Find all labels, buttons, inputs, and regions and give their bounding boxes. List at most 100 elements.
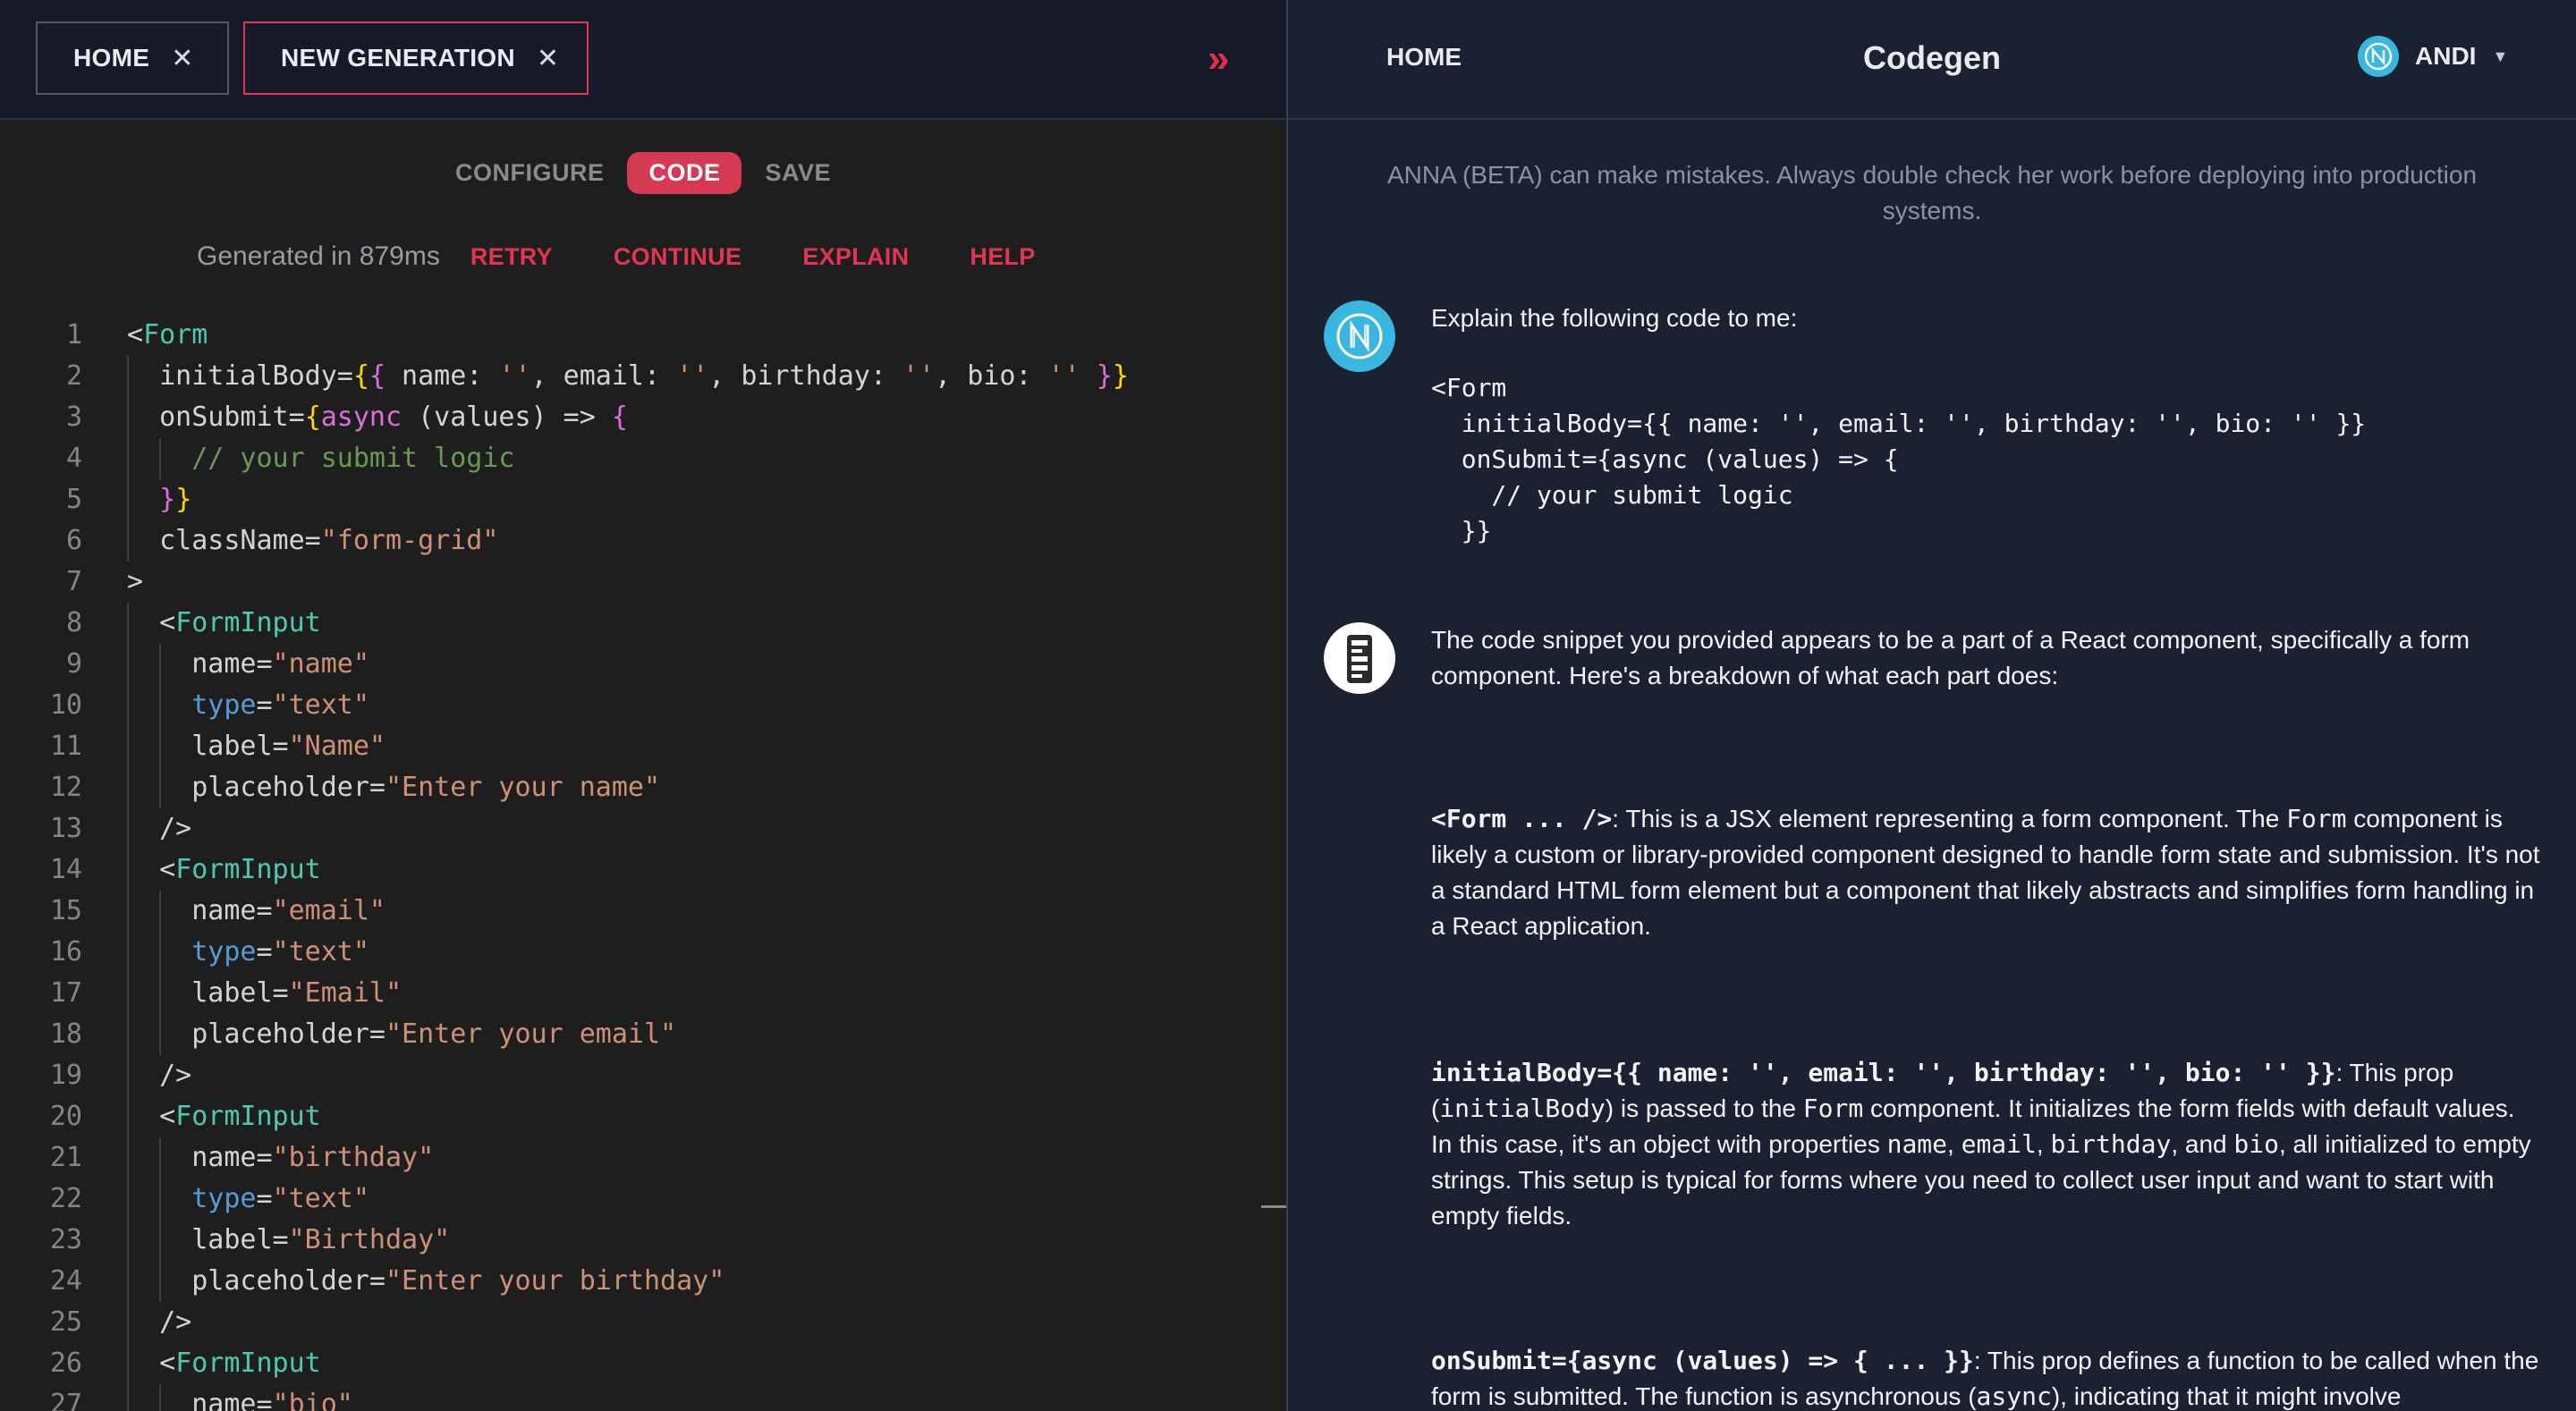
code-text: > [127,566,144,597]
code-line: 5 }} [0,479,1252,520]
code-term: <Form ... /> [1431,804,1613,833]
code-text: <FormInput [127,607,321,638]
line-number: 8 [65,607,82,638]
indent-guide [127,1137,129,1179]
user-name: ANDI [2415,42,2477,70]
code-text: placeholder="Enter your birthday" [127,1265,725,1297]
help-button[interactable]: HELP [970,243,1035,271]
code-text: initialBody={{ name: '', email: '', birt… [127,360,1129,392]
mode-switcher: CONFIGURE CODE SAVE [0,152,1286,194]
code-editor[interactable]: 1 <Form 2 initialBody={{ name: '', email: … [0,302,1286,1411]
code-text: onSubmit={async (values) => { [127,401,628,433]
line-number: 25 [49,1306,82,1338]
close-icon[interactable]: ✕ [537,43,559,74]
indent-guide [159,1014,162,1055]
indent-guide [127,1261,129,1302]
line-number: 2 [65,360,82,392]
inline-code: birthday [2050,1129,2172,1159]
line-number: 22 [49,1183,82,1214]
line-number: 16 [49,936,82,967]
line-number: 24 [49,1265,82,1297]
assistant-avatar [1324,622,1395,694]
code-line: 2 initialBody={{ name: '', email: '', bi… [0,356,1252,397]
tab-home[interactable]: HOME ✕ [36,21,229,95]
code-text: /> [127,1060,192,1091]
explanation-text: , [2036,1130,2051,1158]
code-line: 8 <FormInput [0,603,1252,644]
indent-guide [127,1096,129,1137]
code-line: 14 <FormInput [0,849,1252,891]
avatar [2358,36,2399,77]
line-number: 20 [49,1101,82,1132]
user-message-code: <Form initialBody={{ name: '', email: ''… [1431,373,2367,545]
line-number: 21 [49,1142,82,1173]
code-term: initialBody={{ name: '', email: '', birt… [1431,1058,2336,1087]
code-line: 17 label="Email" [0,973,1252,1014]
inline-code: Form [2286,804,2347,833]
disclaimer: ANNA (BETA) can make mistakes. Always do… [1386,161,2478,224]
tab-new-generation[interactable]: NEW GENERATION ✕ [243,21,589,95]
explanation-text: : This is a JSX element representing a f… [1612,805,2287,832]
indent-guide [127,726,129,767]
explanation-section: initialBody={{ name: '', email: '', birt… [1431,1055,2540,1234]
generation-time: Generated in 879ms [197,241,440,271]
close-icon[interactable]: ✕ [171,43,193,74]
continue-button[interactable]: CONTINUE [614,243,741,271]
line-number: 26 [49,1348,82,1379]
indent-guide [127,1220,129,1261]
code-line: 26 <FormInput [0,1343,1252,1384]
indent-guide [127,603,129,644]
indent-guide [159,726,162,767]
indent-guide [127,356,129,397]
inline-code: async [1976,1381,2052,1411]
indent-guide [127,520,129,562]
mode-configure[interactable]: CONFIGURE [455,159,605,187]
line-number: 18 [49,1018,82,1050]
code-line: 6 className="form-grid" [0,520,1252,562]
indent-guide [127,479,129,520]
code-line: 27 name="bio" [0,1384,1252,1411]
retry-button[interactable]: RETRY [470,243,553,271]
inline-code: bio [2233,1129,2279,1159]
line-number: 17 [49,977,82,1009]
indent-guide [159,932,162,973]
inline-code: name [1886,1129,1948,1159]
line-number: 23 [49,1224,82,1255]
code-text: type="text" [191,689,369,721]
indent-guide [127,1302,129,1343]
user-menu[interactable]: ANDI ▼ [2358,36,2508,77]
code-line: 9 name="name" [0,644,1252,685]
user-avatar [1324,300,1395,372]
indent-guide [127,1014,129,1055]
explain-button[interactable]: EXPLAIN [802,243,909,271]
mode-code[interactable]: CODE [627,152,742,194]
user-message-text: Explain the following code to me: [1431,304,1798,332]
code-line: 25 /> [0,1302,1252,1343]
code-text: /> [127,813,192,844]
line-number: 19 [49,1060,82,1091]
indent-guide [127,1055,129,1096]
code-text: <FormInput [127,1101,321,1132]
indent-guide [127,849,129,891]
inline-code: email [1961,1129,2037,1159]
code-term: onSubmit={async (values) => { ... }} [1431,1346,1974,1375]
assistant-message: The code snippet you provided appears to… [1431,622,2540,694]
double-chevron-right-icon[interactable]: » [1208,39,1229,79]
code-line: 13 /> [0,808,1252,849]
code-text: // your submit logic [191,443,515,474]
mode-save[interactable]: SAVE [765,159,831,187]
indent-guide [159,1261,162,1302]
code-line: 12 placeholder="Enter your name" [0,767,1252,808]
line-number: 15 [49,895,82,926]
indent-guide [127,932,129,973]
indent-guide [127,1343,129,1384]
code-text: <FormInput [127,1348,321,1379]
tab-label: NEW GENERATION [281,44,515,72]
inline-code: initialBody [1439,1094,1606,1123]
code-line: 3 onSubmit={async (values) => { [0,397,1252,438]
explanation-text: ) is passed to the [1605,1094,1803,1122]
code-line: 7 > [0,562,1252,603]
resize-handle[interactable] [1261,1205,1286,1208]
line-number: 27 [49,1389,82,1411]
line-number: 4 [65,443,82,474]
